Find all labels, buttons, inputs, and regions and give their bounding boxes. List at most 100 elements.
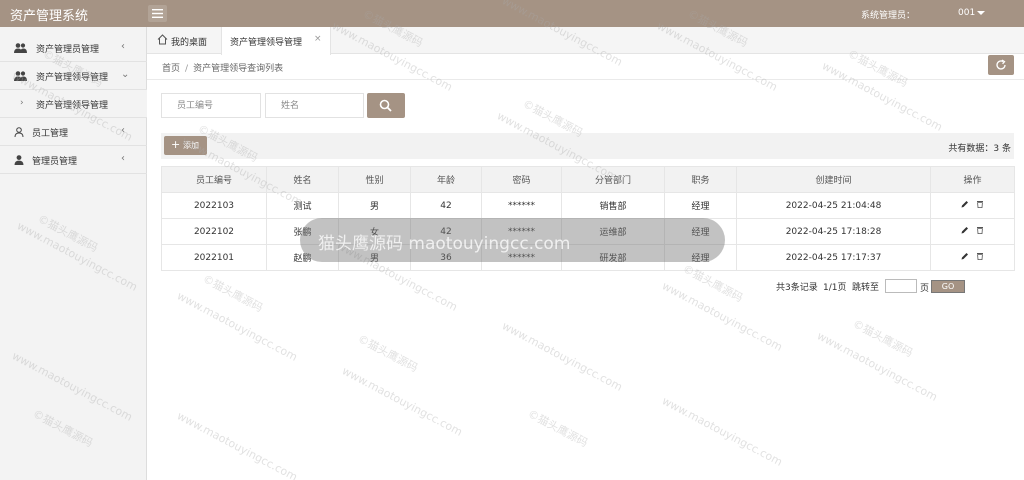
watermark-text: ©猫头鹰源码 bbox=[850, 317, 915, 360]
refresh-icon bbox=[996, 59, 1006, 70]
user-role-label: 系统管理员： bbox=[861, 11, 916, 21]
column-header: 性别 bbox=[338, 166, 411, 193]
watermark-url: www.maotouyingcc.com bbox=[174, 409, 300, 480]
chevron-left-icon: ‹ bbox=[121, 41, 125, 52]
sidebar-item-asset-admin[interactable]: 资产管理员管理 ‹ bbox=[0, 34, 147, 62]
cell-gender: 女 bbox=[338, 218, 411, 245]
user-outline-icon bbox=[14, 127, 24, 137]
watermark-text: ©猫头鹰源码 bbox=[200, 272, 265, 315]
cell-name: 测试 bbox=[266, 192, 339, 219]
watermark-url: www.maotouyingcc.com bbox=[339, 364, 465, 439]
column-header: 职务 bbox=[664, 166, 737, 193]
search-icon bbox=[379, 99, 392, 112]
breadcrumb-home[interactable]: 首页 bbox=[162, 64, 180, 74]
chevron-right-icon: › bbox=[20, 98, 24, 108]
sidebar-item-asset-leader[interactable]: 资产管理领导管理 ⌄ bbox=[0, 62, 147, 90]
close-icon[interactable]: × bbox=[314, 34, 322, 44]
column-header: 姓名 bbox=[266, 166, 339, 193]
cell-employee-id: 2022102 bbox=[161, 218, 267, 245]
cell-employee-id: 2022101 bbox=[161, 244, 267, 271]
cell-position: 经理 bbox=[664, 192, 737, 219]
column-header: 操作 bbox=[930, 166, 1015, 193]
delete-icon[interactable] bbox=[976, 252, 984, 263]
pager-unit: 页 bbox=[920, 284, 930, 294]
breadcrumb-separator: / bbox=[185, 64, 189, 74]
column-header: 创建时间 bbox=[736, 166, 931, 193]
cell-actions bbox=[930, 192, 1015, 219]
column-header: 年龄 bbox=[410, 166, 482, 193]
cell-employee-id: 2022103 bbox=[161, 192, 267, 219]
table-row: 2022102 张鹏 女 42 ****** 运维部 经理 2022-04-25… bbox=[161, 218, 1015, 245]
employee-id-input[interactable] bbox=[161, 93, 261, 118]
breadcrumb: 首页 / 资产管理领导查询列表 bbox=[162, 61, 283, 74]
sidebar-item-label: 管理员管理 bbox=[32, 157, 78, 167]
tab-asset-leader[interactable]: 资产管理领导管理 × bbox=[221, 27, 331, 55]
users-icon bbox=[14, 71, 27, 81]
watermark-url: www.maotouyingcc.com bbox=[174, 289, 300, 364]
edit-icon[interactable] bbox=[961, 200, 969, 211]
cell-age: 42 bbox=[410, 218, 482, 245]
add-button[interactable]: + 添加 bbox=[164, 136, 207, 155]
tab-home[interactable]: 我的桌面 bbox=[147, 27, 219, 54]
edit-icon[interactable] bbox=[961, 252, 969, 263]
edit-icon[interactable] bbox=[961, 226, 969, 237]
user-icon bbox=[14, 155, 24, 165]
name-input[interactable] bbox=[265, 93, 364, 118]
pager-jump-label: 跳转至 bbox=[852, 283, 880, 293]
refresh-button[interactable] bbox=[988, 55, 1014, 75]
search-button[interactable] bbox=[367, 93, 405, 118]
delete-icon[interactable] bbox=[976, 226, 984, 237]
cell-created-time: 2022-04-25 21:04:48 bbox=[736, 192, 931, 219]
cell-position: 经理 bbox=[664, 244, 737, 271]
cell-password: ****** bbox=[481, 244, 562, 271]
table-toolbar: + 添加 共有数据：3 条 bbox=[161, 133, 1014, 159]
sidebar-item-employee[interactable]: 员工管理 ‹ bbox=[0, 118, 147, 146]
cell-actions bbox=[930, 244, 1015, 271]
watermark-url: www.maotouyingcc.com bbox=[499, 319, 625, 394]
watermark-url: www.maotouyingcc.com bbox=[659, 394, 785, 469]
sidebar-item-label: 资产管理员管理 bbox=[36, 45, 100, 55]
menu-toggle-button[interactable] bbox=[148, 5, 167, 22]
data-table: 员工编号 姓名 性别 年龄 密码 分管部门 职务 创建时间 操作 2022103… bbox=[161, 166, 1015, 271]
cell-department: 销售部 bbox=[561, 192, 665, 219]
column-header: 员工编号 bbox=[161, 166, 267, 193]
content-divider bbox=[147, 79, 1024, 80]
go-button[interactable]: GO bbox=[931, 280, 965, 293]
chevron-left-icon: ‹ bbox=[121, 125, 125, 136]
cell-position: 经理 bbox=[664, 218, 737, 245]
tab-bar: 我的桌面 资产管理领导管理 × bbox=[147, 27, 1024, 55]
cell-password: ****** bbox=[481, 192, 562, 219]
pager-pages: 1/1页 bbox=[823, 283, 847, 293]
caret-down-icon[interactable] bbox=[977, 11, 985, 15]
user-menu[interactable]: 001 bbox=[958, 8, 975, 18]
plus-icon: + bbox=[171, 138, 181, 151]
watermark-text: ©猫头鹰源码 bbox=[525, 407, 590, 450]
tab-label: 资产管理领导管理 bbox=[230, 38, 303, 48]
sidebar-subitem-asset-leader[interactable]: › 资产管理领导管理 bbox=[0, 90, 147, 118]
add-button-label: 添加 bbox=[183, 141, 199, 150]
cell-created-time: 2022-04-25 17:18:28 bbox=[736, 218, 931, 245]
cell-gender: 男 bbox=[338, 244, 411, 271]
cell-created-time: 2022-04-25 17:17:37 bbox=[736, 244, 931, 271]
app-title: 资产管理系统 bbox=[10, 9, 89, 24]
delete-icon[interactable] bbox=[976, 200, 984, 211]
watermark-url: www.maotouyingcc.com bbox=[659, 279, 785, 354]
sidebar-item-admin[interactable]: 管理员管理 ‹ bbox=[0, 146, 147, 174]
cell-name: 张鹏 bbox=[266, 218, 339, 245]
page-jump-input[interactable] bbox=[885, 279, 917, 293]
cell-age: 36 bbox=[410, 244, 482, 271]
watermark-url: www.maotouyingcc.com bbox=[814, 329, 940, 404]
cell-actions bbox=[930, 218, 1015, 245]
cell-name: 赵鹏 bbox=[266, 244, 339, 271]
tab-label: 我的桌面 bbox=[171, 38, 208, 48]
breadcrumb-current: 资产管理领导查询列表 bbox=[193, 64, 284, 74]
cell-age: 42 bbox=[410, 192, 482, 219]
watermark-text: ©猫头鹰源码 bbox=[355, 332, 420, 375]
table-row: 2022101 赵鹏 男 36 ****** 研发部 经理 2022-04-25… bbox=[161, 244, 1015, 271]
cell-department: 运维部 bbox=[561, 218, 665, 245]
column-header: 密码 bbox=[481, 166, 562, 193]
home-icon bbox=[157, 34, 168, 45]
pager-records: 共3条记录 bbox=[776, 283, 818, 293]
table-row: 2022103 测试 男 42 ****** 销售部 经理 2022-04-25… bbox=[161, 192, 1015, 219]
sidebar: 资产管理员管理 ‹ 资产管理领导管理 ⌄ › 资产管理领导管理 员工管理 ‹ 管… bbox=[0, 27, 147, 480]
